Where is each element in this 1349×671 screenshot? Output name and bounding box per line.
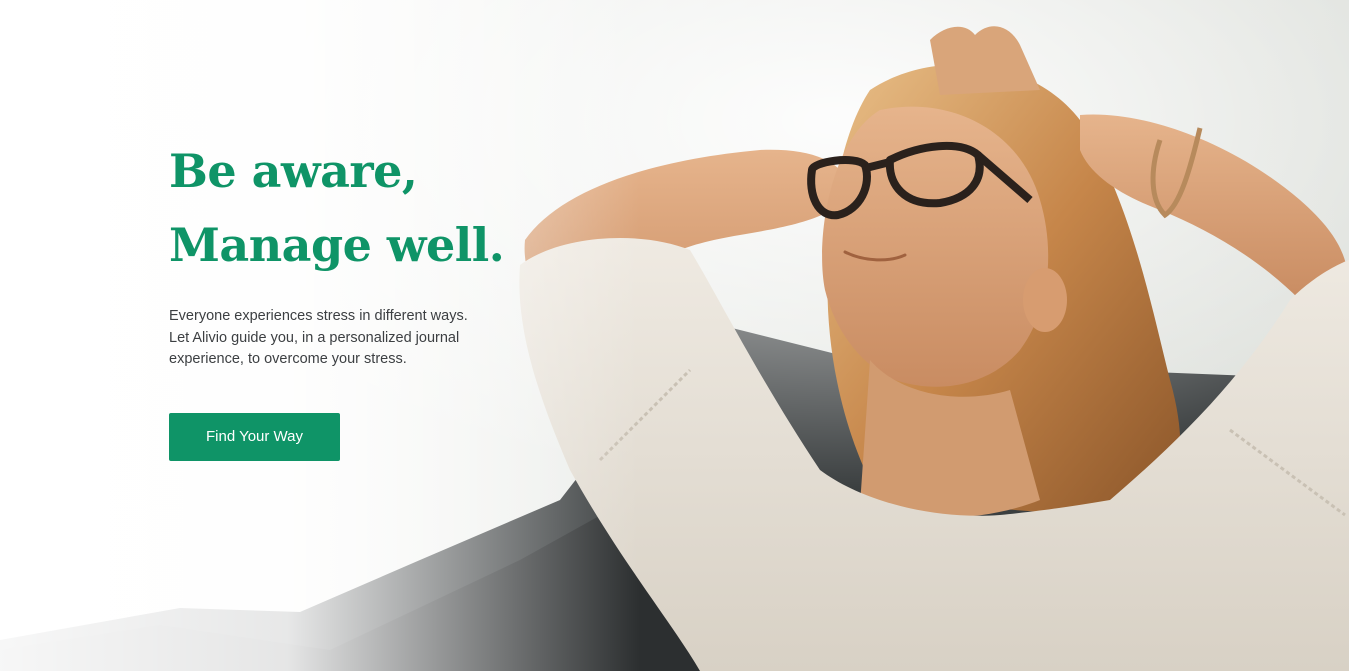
hero-headline: Be aware, Manage well. <box>169 134 529 282</box>
headline-line-2: Manage well. <box>169 218 505 272</box>
hero-section: Be aware, Manage well. Everyone experien… <box>0 0 1349 671</box>
headline-line-1: Be aware, <box>169 144 418 198</box>
intro-line-2: Let Alivio guide you, in a personalized … <box>169 329 460 346</box>
hero-content: Be aware, Manage well. Everyone experien… <box>169 134 529 461</box>
intro-line-3: experience, to overcome your stress. <box>169 351 407 367</box>
find-your-way-button[interactable]: Find Your Way <box>169 412 340 461</box>
hero-intro-text: Everyone experiences stress in different… <box>169 306 489 371</box>
intro-line-1: Everyone experiences stress in different… <box>169 308 468 324</box>
